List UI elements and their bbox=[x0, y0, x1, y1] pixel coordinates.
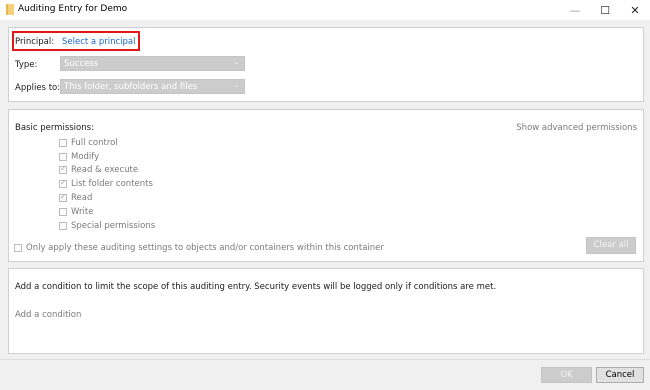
add-condition-link[interactable]: Add a condition bbox=[15, 310, 81, 320]
condition-panel: Add a condition to limit the scope of th… bbox=[8, 268, 644, 354]
permission-read[interactable]: Read bbox=[59, 192, 92, 204]
permission-list-folder-contents[interactable]: List folder contents bbox=[59, 178, 153, 190]
type-select-value: Success bbox=[64, 59, 99, 69]
minimize-button[interactable]: — bbox=[560, 0, 590, 20]
type-label: Type: bbox=[15, 60, 38, 70]
checkbox-checked[interactable] bbox=[59, 164, 67, 174]
close-button[interactable]: ✕ bbox=[620, 0, 650, 20]
applies-to-label: Applies to: bbox=[15, 83, 61, 93]
basic-permissions-label: Basic permissions: bbox=[15, 123, 94, 133]
only-apply-option[interactable]: Only apply these auditing settings to ob… bbox=[14, 243, 384, 253]
title-bar: Auditing Entry for Demo — ☐ ✕ bbox=[0, 0, 650, 20]
permission-write[interactable]: Write bbox=[59, 206, 93, 218]
permission-special[interactable]: Special permissions bbox=[59, 220, 155, 232]
principal-panel: Principal: Select a principal Type: Succ… bbox=[8, 27, 644, 102]
only-apply-label: Only apply these auditing settings to ob… bbox=[26, 243, 384, 253]
permission-modify[interactable]: Modify bbox=[59, 151, 99, 163]
show-advanced-permissions-link[interactable]: Show advanced permissions bbox=[516, 123, 637, 133]
permission-label: List folder contents bbox=[71, 179, 153, 189]
condition-description: Add a condition to limit the scope of th… bbox=[15, 282, 497, 292]
permission-label: Full control bbox=[71, 138, 118, 148]
cancel-button[interactable]: Cancel bbox=[596, 367, 644, 383]
permission-full-control[interactable]: Full control bbox=[59, 137, 118, 149]
applies-to-select-value: This folder, subfolders and files bbox=[64, 82, 198, 92]
checkbox[interactable] bbox=[59, 208, 67, 216]
permission-label: Read & execute bbox=[71, 165, 139, 175]
clear-all-button[interactable]: Clear all bbox=[586, 237, 636, 254]
ok-button[interactable]: OK bbox=[541, 367, 592, 383]
checkbox[interactable] bbox=[59, 222, 67, 230]
window-title: Auditing Entry for Demo bbox=[18, 4, 128, 14]
type-select[interactable]: Success ⌄ bbox=[60, 56, 245, 71]
checkbox[interactable] bbox=[59, 139, 67, 147]
permission-label: Write bbox=[71, 207, 94, 217]
permission-label: Special permissions bbox=[71, 221, 156, 231]
chevron-down-icon: ⌄ bbox=[233, 80, 240, 89]
chevron-down-icon: ⌄ bbox=[233, 57, 240, 66]
permission-label: Read bbox=[71, 193, 93, 203]
permission-read-execute[interactable]: Read & execute bbox=[59, 164, 138, 176]
principal-label: Principal: bbox=[15, 37, 55, 47]
select-principal-link[interactable]: Select a principal bbox=[62, 37, 135, 47]
folder-icon bbox=[6, 4, 14, 15]
checkbox-checked[interactable] bbox=[59, 178, 67, 188]
checkbox[interactable] bbox=[59, 153, 67, 161]
checkbox[interactable] bbox=[14, 244, 22, 252]
maximize-button[interactable]: ☐ bbox=[590, 0, 620, 20]
applies-to-select[interactable]: This folder, subfolders and files ⌄ bbox=[60, 79, 245, 94]
checkbox-checked[interactable] bbox=[59, 192, 67, 202]
permissions-panel: Basic permissions: Show advanced permiss… bbox=[8, 109, 644, 262]
permission-label: Modify bbox=[71, 152, 100, 162]
